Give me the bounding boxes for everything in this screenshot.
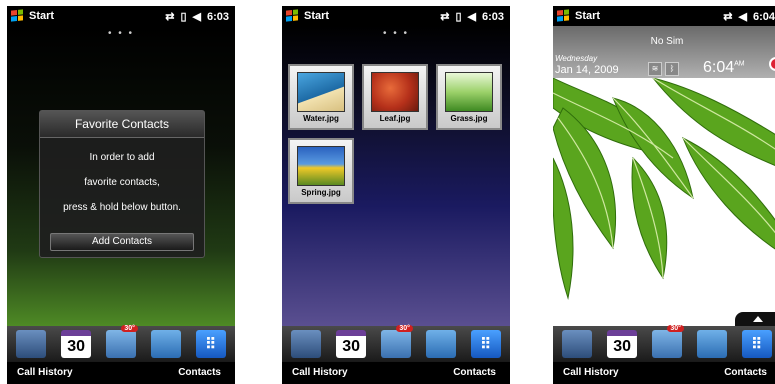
calendar-app-icon[interactable]: 30 bbox=[607, 330, 638, 358]
photo-thumbnail-leaf[interactable]: Leaf.jpg bbox=[362, 64, 428, 130]
volume-icon[interactable]: ◀︎ bbox=[193, 10, 201, 23]
start-label[interactable]: Start bbox=[29, 10, 54, 22]
photo-image bbox=[445, 72, 493, 112]
photo-thumbnail-water[interactable]: Water.jpg bbox=[288, 64, 354, 130]
favorite-contacts-text-1: In order to add bbox=[89, 152, 155, 163]
phone-screen-photos: Start ⇄ ▯ ◀︎ 6:03 • • • Water.jpg Leaf.j… bbox=[282, 6, 510, 384]
app-dock: 30 30° ⠿ bbox=[282, 325, 510, 362]
photo-image bbox=[297, 72, 345, 112]
weekday-label: Wednesday bbox=[555, 54, 598, 63]
menu-grid-icon[interactable]: ⠿ bbox=[195, 330, 226, 358]
photo-caption: Spring.jpg bbox=[301, 188, 341, 197]
weather-badge: 30° bbox=[667, 325, 684, 332]
start-label[interactable]: Start bbox=[575, 10, 600, 22]
page-indicator: • • • bbox=[107, 28, 135, 39]
photo-thumbnail-spring[interactable]: Spring.jpg bbox=[288, 138, 354, 204]
phone-screen-home: Start ⇄ ◀︎ 6:04 No Sim Wednesday Jan 14,… bbox=[553, 6, 775, 384]
connectivity-icon: ⇄ bbox=[440, 11, 450, 23]
start-label[interactable]: Start bbox=[304, 10, 329, 22]
app-dock: 30 30° ⠿ bbox=[7, 325, 235, 362]
calendar-app-icon[interactable]: 30 bbox=[336, 330, 367, 358]
favorite-contacts-text-3: press & hold below button. bbox=[63, 202, 181, 213]
home-info-bar: No Sim Wednesday Jan 14, 2009 ≋ ᛒ 6:04AM bbox=[553, 26, 775, 78]
status-time: 6:03 bbox=[481, 10, 504, 23]
softkey-contacts[interactable]: Contacts bbox=[724, 367, 767, 378]
no-sim-label: No Sim bbox=[650, 36, 684, 47]
status-bar: Start ⇄ ▯ ◀︎ 6:03 bbox=[7, 6, 235, 26]
photo-image bbox=[371, 72, 419, 112]
add-contacts-button[interactable]: Add Contacts bbox=[50, 233, 194, 251]
messenger-app-icon[interactable] bbox=[150, 330, 181, 358]
photo-image bbox=[297, 146, 345, 186]
alarm-icon[interactable] bbox=[769, 57, 775, 71]
weather-app-icon[interactable]: 30° bbox=[651, 325, 684, 358]
wallpaper bbox=[553, 78, 775, 326]
call-history-app-icon[interactable] bbox=[291, 330, 322, 358]
clock[interactable]: 6:04AM bbox=[703, 59, 745, 77]
connectivity-icon: ⇄ bbox=[165, 11, 175, 23]
phone-screen-favorite-contacts: Start ⇄ ▯ ◀︎ 6:03 • • • Favorite Contact… bbox=[7, 6, 235, 384]
softkey-call-history[interactable]: Call History bbox=[292, 367, 348, 378]
windows-start-icon[interactable] bbox=[557, 9, 569, 22]
softkey-bar: Call History Contacts bbox=[553, 362, 775, 384]
call-history-app-icon[interactable] bbox=[16, 330, 47, 358]
softkey-contacts[interactable]: Contacts bbox=[453, 367, 496, 378]
clock-ampm: AM bbox=[734, 60, 745, 68]
menu-grid-icon[interactable]: ⠿ bbox=[470, 330, 501, 358]
softkey-call-history[interactable]: Call History bbox=[17, 367, 73, 378]
softkey-bar: Call History Contacts bbox=[7, 362, 235, 384]
signal-icon: ▯ bbox=[455, 11, 462, 23]
expand-up-button[interactable] bbox=[735, 312, 775, 326]
weather-app-icon[interactable]: 30° bbox=[105, 325, 138, 358]
favorite-contacts-text-2: favorite contacts, bbox=[84, 177, 160, 188]
signal-icon: ▯ bbox=[180, 11, 187, 23]
menu-grid-icon[interactable]: ⠿ bbox=[741, 330, 772, 358]
status-time: 6:03 bbox=[206, 10, 229, 23]
status-time: 6:04 bbox=[752, 10, 775, 23]
leaf-wallpaper-image bbox=[553, 78, 775, 300]
softkey-contacts[interactable]: Contacts bbox=[178, 367, 221, 378]
clock-time: 6:04 bbox=[703, 59, 735, 76]
favorite-contacts-title: Favorite Contacts bbox=[40, 111, 204, 138]
messenger-app-icon[interactable] bbox=[696, 330, 727, 358]
date-label: Jan 14, 2009 bbox=[555, 64, 619, 76]
photo-caption: Water.jpg bbox=[303, 114, 339, 123]
softkey-bar: Call History Contacts bbox=[282, 362, 510, 384]
bluetooth-icon[interactable]: ᛒ bbox=[665, 62, 679, 76]
volume-icon[interactable]: ◀︎ bbox=[468, 10, 476, 23]
photo-caption: Grass.jpg bbox=[450, 114, 488, 123]
wifi-icon[interactable]: ≋ bbox=[648, 62, 662, 76]
page-indicator: • • • bbox=[382, 28, 410, 39]
windows-start-icon[interactable] bbox=[286, 9, 298, 22]
volume-icon[interactable]: ◀︎ bbox=[739, 10, 747, 23]
app-dock: 30 30° ⠿ bbox=[553, 325, 775, 362]
softkey-call-history[interactable]: Call History bbox=[563, 367, 619, 378]
photo-caption: Leaf.jpg bbox=[379, 114, 411, 123]
status-bar: Start ⇄ ▯ ◀︎ 6:03 bbox=[282, 6, 510, 26]
messenger-app-icon[interactable] bbox=[425, 330, 456, 358]
weather-badge: 30° bbox=[121, 325, 138, 332]
weather-app-icon[interactable]: 30° bbox=[380, 325, 413, 358]
call-history-app-icon[interactable] bbox=[562, 330, 593, 358]
weather-badge: 30° bbox=[396, 325, 413, 332]
windows-start-icon[interactable] bbox=[11, 9, 23, 22]
connectivity-icon: ⇄ bbox=[723, 11, 733, 23]
favorite-contacts-panel: Favorite Contacts In order to add favori… bbox=[39, 110, 205, 258]
calendar-app-icon[interactable]: 30 bbox=[61, 330, 92, 358]
photo-thumbnail-grass[interactable]: Grass.jpg bbox=[436, 64, 502, 130]
status-bar: Start ⇄ ◀︎ 6:04 bbox=[553, 6, 775, 26]
